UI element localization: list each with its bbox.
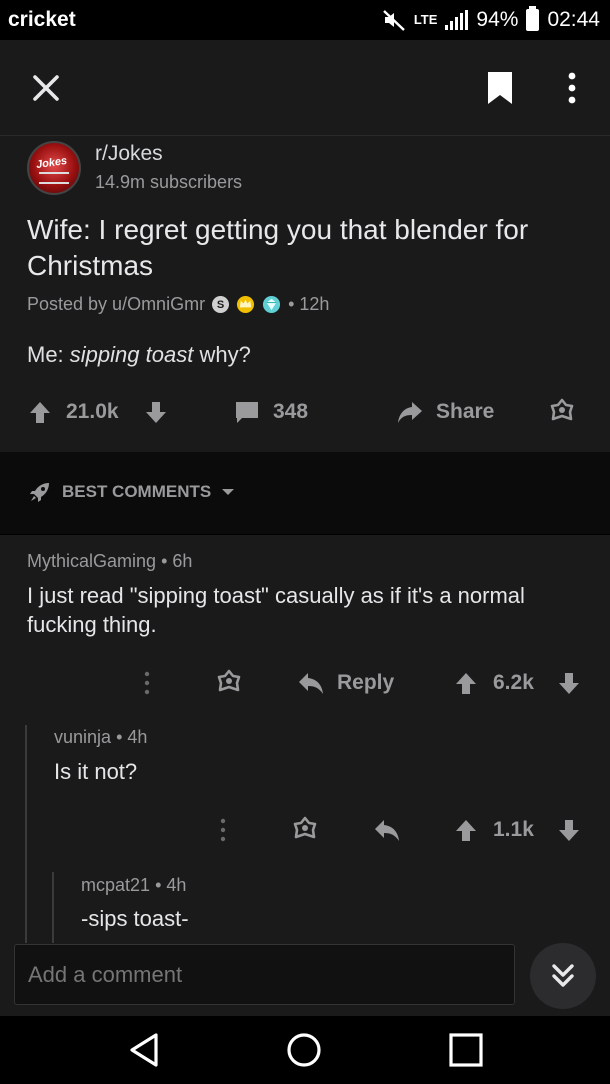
next-comment-button[interactable]	[530, 943, 596, 1009]
downvote-icon[interactable]	[557, 812, 581, 848]
downvote-icon[interactable]	[144, 394, 168, 430]
chevron-down-icon	[222, 489, 235, 495]
comment-meta: vuninja • 4h	[54, 727, 147, 748]
comment-age: • 6h	[161, 551, 193, 571]
award-icon[interactable]	[291, 812, 319, 848]
battery-percent: 94%	[476, 8, 519, 31]
post-meta: Posted by u/OmniGmr S • 12h	[27, 294, 329, 315]
comment-text: -sips toast-	[81, 906, 189, 931]
reply-icon[interactable]	[373, 812, 401, 848]
downvote-icon[interactable]	[557, 665, 581, 701]
award-crown-icon	[237, 295, 255, 314]
subreddit-logo-text: Jokes	[35, 154, 68, 172]
comment-meta: MythicalGaming • 6h	[27, 551, 192, 572]
add-comment-input[interactable]	[14, 944, 515, 1005]
post-author[interactable]: Posted by u/OmniGmr	[27, 294, 205, 315]
comment-icon[interactable]	[234, 394, 260, 430]
award-icon[interactable]	[215, 665, 243, 701]
back-icon[interactable]	[124, 1030, 164, 1070]
comment-actions: 1.1k	[0, 812, 610, 848]
upvote-icon[interactable]	[28, 394, 52, 430]
award-icon[interactable]	[548, 394, 576, 430]
post-card: Jokes r/Jokes 14.9m subscribers Wife: I …	[0, 136, 610, 452]
subreddit-avatar[interactable]: Jokes	[27, 141, 81, 195]
comment-count[interactable]: 348	[273, 394, 308, 430]
sort-label: BEST COMMENTS	[62, 482, 212, 501]
subreddit-name[interactable]: r/Jokes	[95, 142, 163, 166]
share-icon[interactable]	[396, 394, 424, 430]
comment-actions: Reply 6.2k	[0, 665, 610, 701]
close-icon[interactable]	[28, 70, 64, 106]
post-body: Me: sipping toast why?	[27, 342, 251, 367]
status-icons: LTE 94% 02:44	[382, 6, 600, 34]
comment-age: • 4h	[116, 727, 148, 747]
comment-age: • 4h	[155, 875, 187, 895]
subscriber-count: 14.9m subscribers	[95, 172, 243, 192]
post-title: Wife: I regret getting you that blender …	[27, 214, 529, 281]
system-nav-bar	[0, 1016, 610, 1084]
share-button[interactable]: Share	[436, 394, 494, 430]
comment-text: I just read "sipping toast" casually as …	[27, 583, 525, 637]
comment-list: MythicalGaming • 6h I just read "sipping…	[0, 535, 610, 943]
sort-selector[interactable]: BEST COMMENTS	[28, 480, 235, 504]
rocket-icon	[30, 483, 49, 502]
mute-icon	[382, 10, 405, 31]
comment-text: Is it not?	[54, 759, 138, 784]
reply-button[interactable]: Reply	[337, 665, 394, 701]
award-silver-icon: S	[212, 296, 230, 313]
upvote-icon[interactable]	[454, 665, 478, 701]
post-age: • 12h	[288, 294, 330, 314]
award-gem-icon	[263, 295, 281, 314]
comment-score: 1.1k	[493, 818, 534, 841]
recents-icon[interactable]	[446, 1030, 486, 1070]
upvote-icon[interactable]	[454, 812, 478, 848]
comment-author[interactable]: mcpat21	[81, 875, 150, 895]
upvote-count: 21.0k	[66, 400, 119, 423]
comment-sort-bar: BEST COMMENTS	[0, 452, 610, 534]
thread-line[interactable]	[52, 872, 54, 943]
clock: 02:44	[547, 8, 600, 31]
signal-icon	[445, 10, 469, 30]
more-options-icon[interactable]	[213, 812, 233, 848]
post-actions: 21.0k 348 Share	[0, 394, 610, 430]
more-options-icon[interactable]	[137, 665, 157, 701]
status-bar: cricket LTE 94% 02:44	[0, 0, 610, 40]
network-type: LTE	[413, 12, 438, 27]
comment-author[interactable]: vuninja	[54, 727, 111, 747]
double-chevron-down-icon	[552, 964, 574, 987]
top-bar	[0, 40, 610, 136]
carrier-label: cricket	[8, 8, 76, 31]
battery-icon	[526, 6, 540, 31]
home-icon[interactable]	[284, 1030, 324, 1070]
bookmark-icon[interactable]	[484, 70, 516, 106]
more-options-icon[interactable]	[558, 70, 586, 106]
comment-composer	[0, 943, 610, 1016]
comment-author[interactable]: MythicalGaming	[27, 551, 156, 571]
comment-meta: mcpat21 • 4h	[81, 875, 186, 896]
reply-icon[interactable]	[297, 665, 325, 701]
comment-score: 6.2k	[493, 671, 534, 694]
